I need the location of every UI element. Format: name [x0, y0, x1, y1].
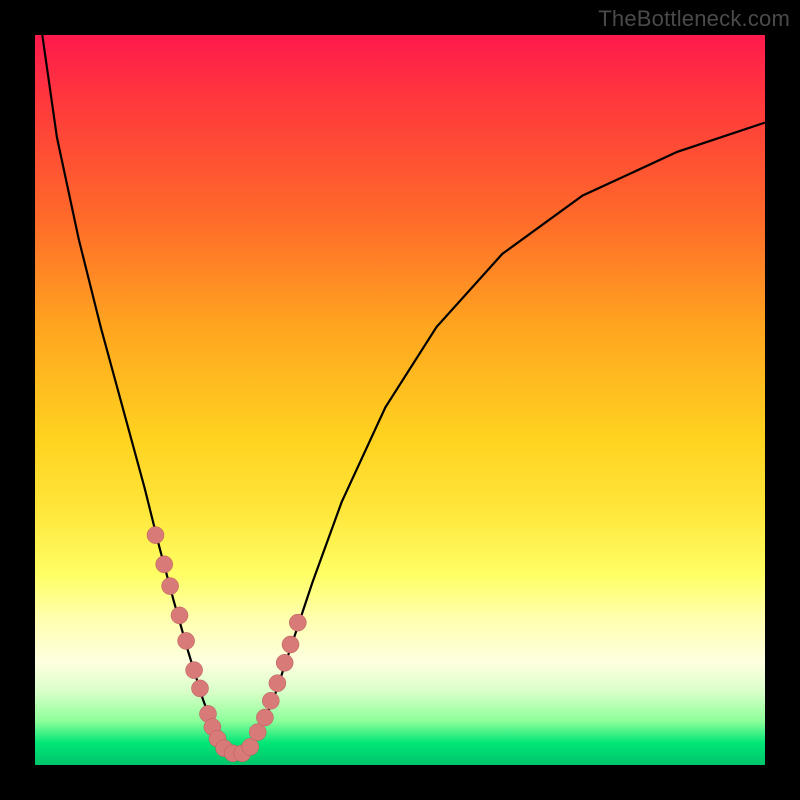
plot-area [35, 35, 765, 765]
curve-dot [178, 632, 195, 649]
curve-dot [147, 527, 164, 544]
chart-svg [35, 35, 765, 765]
curve-dot [192, 680, 209, 697]
bottleneck-curve [42, 35, 765, 754]
curve-dot [282, 636, 299, 653]
curve-dot [276, 654, 293, 671]
chart-frame: TheBottleneck.com [0, 0, 800, 800]
curve-dot [262, 692, 279, 709]
curve-dot [269, 675, 286, 692]
curve-dot [242, 738, 259, 755]
curve-dots-group [147, 527, 306, 762]
curve-dot [162, 578, 179, 595]
attribution-text: TheBottleneck.com [598, 6, 790, 32]
curve-dot [186, 662, 203, 679]
curve-dot [289, 614, 306, 631]
curve-dot [256, 709, 273, 726]
curve-dot [156, 556, 173, 573]
curve-dot [171, 607, 188, 624]
